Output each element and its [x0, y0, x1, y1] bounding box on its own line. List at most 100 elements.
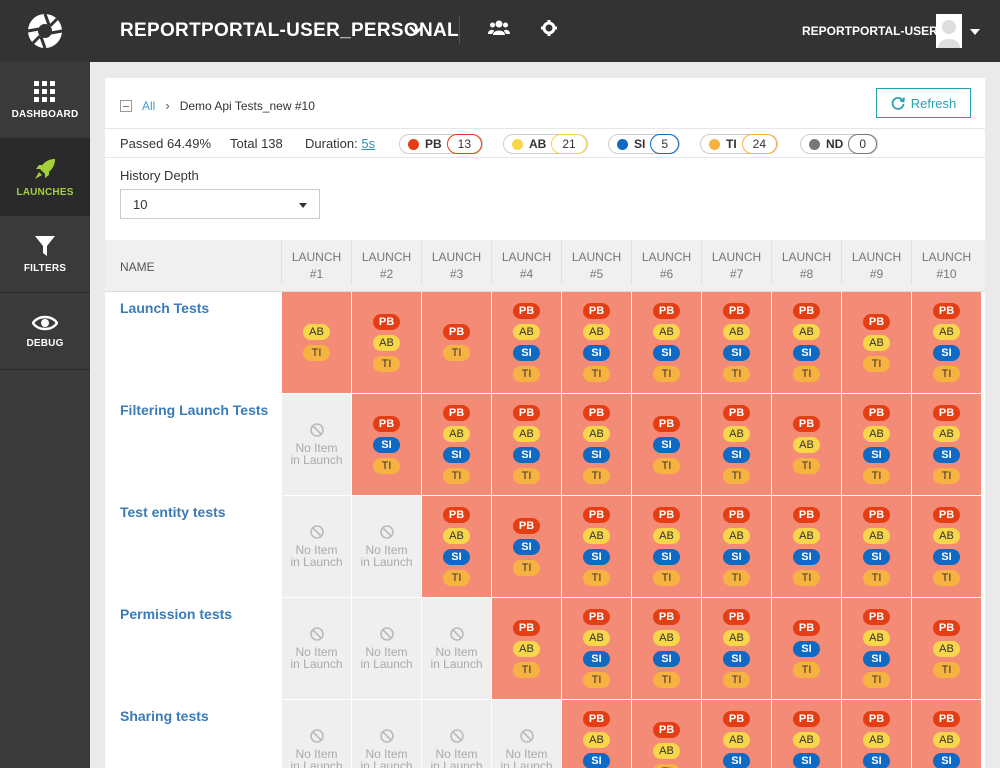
history-cell-failed[interactable]: PBABSITI — [561, 496, 631, 597]
test-item-name-link[interactable]: Filtering Launch Tests — [120, 402, 268, 418]
defect-badge-ti: TI — [863, 468, 890, 484]
history-cell-failed[interactable]: PBABSITI — [561, 598, 631, 699]
defect-count[interactable]: 13 — [446, 134, 483, 154]
defect-badge-ab: AB — [653, 742, 680, 759]
history-cell-failed[interactable]: PBABSITI — [911, 496, 981, 597]
sidebar-item-launches[interactable]: LAUNCHES — [0, 139, 90, 216]
defect-badge-ab: AB — [583, 426, 610, 442]
defect-pill: SI 5 — [608, 134, 681, 154]
defect-count[interactable]: 5 — [650, 134, 680, 154]
history-cell-empty: No Item in Launch — [491, 700, 561, 768]
history-cell-failed[interactable]: PB SI TI — [491, 496, 561, 597]
history-cell-failed[interactable]: PBABSITI — [701, 700, 771, 768]
history-cell-failed[interactable]: PBABSITI — [701, 394, 771, 495]
test-item-name-link[interactable]: Sharing tests — [120, 708, 209, 724]
history-cell-failed[interactable]: PBABSITI — [841, 598, 911, 699]
breadcrumb-all-link[interactable]: All — [142, 99, 155, 113]
history-cell-failed[interactable]: PBABSITI — [701, 292, 771, 393]
defect-badge-ti: TI — [723, 468, 750, 484]
history-cell-failed[interactable]: PBABSITI — [421, 394, 491, 495]
history-cell-failed[interactable]: PBABSITI — [841, 496, 911, 597]
history-cell-failed[interactable]: PBABSITI — [491, 292, 561, 393]
history-cell-failed[interactable]: PB TI — [421, 292, 491, 393]
defect-count[interactable]: 21 — [551, 134, 587, 154]
history-cell-failed[interactable]: PBABSITI — [771, 700, 841, 768]
history-cell-failed[interactable]: PB AB TI — [771, 394, 841, 495]
duration-link[interactable]: 5s — [361, 136, 375, 151]
history-cell-failed[interactable]: PBABSITI — [841, 700, 911, 768]
history-cell-failed[interactable]: PB SI TI — [771, 598, 841, 699]
history-cell-failed[interactable]: PB AB TI — [491, 598, 561, 699]
launch-column-header[interactable]: LAUNCH #7 — [701, 240, 771, 284]
gear-icon[interactable] — [541, 20, 557, 36]
launch-column-header[interactable]: LAUNCH #5 — [561, 240, 631, 284]
history-cell-failed[interactable]: PBABSITI — [631, 292, 701, 393]
launch-column-header[interactable]: LAUNCH #8 — [771, 240, 841, 284]
defect-badge-ti[interactable]: TI 24 — [700, 134, 779, 154]
defect-count[interactable]: 24 — [741, 134, 778, 154]
chevron-down-icon[interactable] — [408, 22, 424, 38]
defect-badge-ab[interactable]: AB 21 — [503, 134, 588, 154]
history-cell-failed[interactable]: PBABSITI — [631, 496, 701, 597]
history-cell-failed[interactable]: PBABSITI — [771, 292, 841, 393]
launch-column-header[interactable]: LAUNCH #6 — [631, 240, 701, 284]
members-icon[interactable] — [488, 20, 510, 36]
history-cell-failed[interactable]: PB AB TI — [351, 292, 421, 393]
history-cell-failed[interactable]: PB AB TI — [911, 598, 981, 699]
launch-header-label: LAUNCH — [781, 250, 832, 264]
defect-badge-si: SI — [723, 345, 750, 361]
username[interactable]: REPORTPORTAL-USER — [802, 24, 938, 38]
history-cell-failed[interactable]: PBABSITI — [421, 496, 491, 597]
defect-badge-si[interactable]: SI 5 — [608, 134, 681, 154]
history-cell-failed[interactable]: PBABSITI — [561, 394, 631, 495]
defect-badge-pb[interactable]: PB 13 — [399, 134, 484, 154]
history-cell-failed[interactable]: PBABSITI — [701, 496, 771, 597]
defect-count[interactable]: 0 — [848, 134, 878, 154]
history-cell-failed[interactable]: AB TI — [281, 292, 351, 393]
launch-column-header[interactable]: LAUNCH #9 — [841, 240, 911, 284]
history-cell-failed[interactable]: PBABSITI — [561, 700, 631, 768]
history-depth-select[interactable]: 10 — [120, 189, 320, 219]
history-cell-failed[interactable]: PB AB TI — [631, 700, 701, 768]
history-cell-failed[interactable]: PBABSITI — [561, 292, 631, 393]
test-item-name-link[interactable]: Launch Tests — [120, 300, 209, 316]
defect-badge-pb: PB — [373, 415, 400, 432]
history-cell-failed[interactable]: PBABSITI — [701, 598, 771, 699]
refresh-button[interactable]: Refresh — [876, 88, 971, 118]
history-cell-failed[interactable]: PBABSITI — [491, 394, 561, 495]
avatar[interactable] — [936, 14, 962, 48]
history-cell-failed[interactable]: PB AB TI — [841, 292, 911, 393]
defect-badge-si: SI — [723, 753, 750, 768]
chevron-down-icon[interactable] — [970, 28, 980, 36]
launch-column-header[interactable]: LAUNCH #3 — [421, 240, 491, 284]
defect-badge-pb: PB — [513, 405, 540, 421]
defect-badge-pb: PB — [793, 619, 820, 636]
launch-column-header[interactable]: LAUNCH #1 — [281, 240, 351, 284]
defect-badge-ab: AB — [513, 426, 540, 442]
defect-badge-ab: AB — [653, 630, 680, 646]
launch-column-header[interactable]: LAUNCH #10 — [911, 240, 981, 284]
defect-badge-nd[interactable]: ND 0 — [800, 134, 879, 154]
sidebar-item-filters[interactable]: FILTERS — [0, 216, 90, 293]
defect-dot-icon — [709, 138, 720, 150]
reportportal-logo[interactable] — [0, 0, 90, 62]
test-item-name-link[interactable]: Permission tests — [120, 606, 232, 622]
history-cell-failed[interactable]: PBABSITI — [841, 394, 911, 495]
launch-column-header[interactable]: LAUNCH #2 — [351, 240, 421, 284]
defect-badge-si: SI — [793, 753, 820, 768]
history-cell-failed[interactable]: PB SI TI — [631, 394, 701, 495]
history-cell-failed[interactable]: PBABSITI — [631, 598, 701, 699]
history-cell-failed[interactable]: PBABSITI — [771, 496, 841, 597]
sidebar-item-dashboard[interactable]: DASHBOARD — [0, 62, 90, 139]
defect-badge-pb: PB — [653, 415, 680, 432]
launch-column-header[interactable]: LAUNCH #4 — [491, 240, 561, 284]
collapse-icon[interactable] — [120, 99, 132, 112]
test-item-name-link[interactable]: Test entity tests — [120, 504, 226, 520]
history-cell-failed[interactable]: PB SI TI — [351, 394, 421, 495]
history-cell-failed[interactable]: PBABSITI — [911, 394, 981, 495]
history-cell-failed[interactable]: PBABSITI — [911, 292, 981, 393]
passed-rate: Passed 64.49% — [120, 136, 212, 151]
history-cell-failed[interactable]: PBABSITI — [911, 700, 981, 768]
history-cell-empty: No Item in Launch — [351, 496, 421, 597]
sidebar-item-debug[interactable]: DEBUG — [0, 293, 90, 370]
